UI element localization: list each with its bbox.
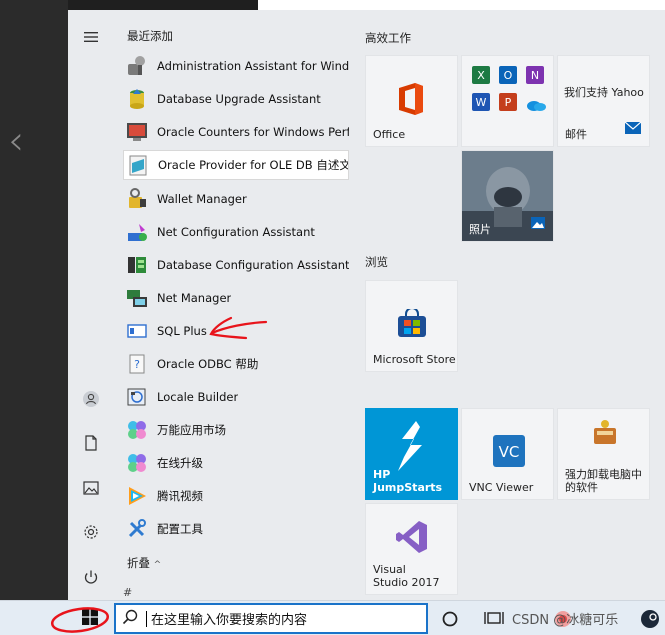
tencent-video-icon: [125, 484, 149, 508]
db-upgrade-icon: [125, 87, 149, 111]
background-window: ‹: [0, 0, 68, 600]
svg-text:VC: VC: [499, 443, 520, 461]
readme-doc-icon: [126, 153, 150, 177]
online-upgrade-icon: [125, 451, 149, 475]
office-icon: [395, 82, 427, 120]
tile-vnc-viewer[interactable]: VC VNC Viewer: [461, 408, 554, 500]
start-menu: 最近添加 Administration Assistant for Wind..…: [68, 10, 665, 600]
app-item-net-configuration-assistant[interactable]: Net Configuration Assistant: [123, 217, 349, 247]
power-icon[interactable]: [78, 564, 104, 590]
windows-logo-icon: [82, 608, 98, 629]
app-item-oracle-counters[interactable]: Oracle Counters for Windows Perf...: [123, 117, 349, 147]
word-icon: W: [472, 93, 490, 115]
oracle-counters-icon: [125, 120, 149, 144]
start-button[interactable]: [68, 601, 112, 635]
taskbar: 在这里输入你要搜索的内容 CSDN @冰糖可乐: [0, 600, 665, 635]
chevron-up-icon: ^: [153, 560, 162, 570]
app-item-net-manager[interactable]: Net Manager: [123, 283, 349, 313]
help-doc-icon: ?: [125, 352, 149, 376]
svg-text:O: O: [504, 69, 513, 82]
app-item-administration-assistant[interactable]: Administration Assistant for Wind...: [123, 51, 349, 81]
svg-text:W: W: [476, 96, 487, 109]
cortana-icon[interactable]: [440, 609, 460, 629]
mail-tile-message: 我们支持 Yahoo: [564, 86, 644, 99]
wallet-icon: [125, 187, 149, 211]
group-title-browse: 浏览: [365, 255, 388, 269]
app-item-oracle-provider-readme[interactable]: Oracle Provider for OLE DB 自述文件: [123, 150, 349, 180]
app-item-online-upgrade[interactable]: 在线升级: [123, 448, 349, 478]
hp-jumpstart-logo-icon: [394, 421, 430, 475]
excel-icon: X: [472, 66, 490, 88]
collapse-toggle[interactable]: 折叠 ^: [127, 555, 161, 571]
onenote-icon: N: [526, 66, 544, 88]
tile-office-apps[interactable]: X O N W P: [461, 55, 554, 147]
vnc-icon: VC: [493, 435, 525, 471]
recently-added-header: 最近添加: [127, 29, 173, 43]
tile-office[interactable]: Office: [365, 55, 458, 147]
tile-visual-studio[interactable]: Visual Studio 2017: [365, 503, 458, 595]
app-item-tencent-video[interactable]: 腾讯视频: [123, 481, 349, 511]
hamburger-menu-icon[interactable]: [78, 24, 104, 50]
admin-assistant-icon: [125, 54, 149, 78]
svg-text:X: X: [477, 69, 485, 82]
background-titlebar: [68, 0, 258, 10]
tile-uninstaller[interactable]: 强力卸载电脑中的软件: [557, 408, 650, 500]
net-manager-icon: [125, 286, 149, 310]
svg-text:N: N: [531, 69, 539, 82]
sqlplus-icon: [125, 319, 149, 343]
db-config-icon: [125, 253, 149, 277]
app-item-database-upgrade-assistant[interactable]: Database Upgrade Assistant: [123, 84, 349, 114]
search-icon: [116, 609, 144, 629]
app-item-locale-builder[interactable]: Locale Builder: [123, 382, 349, 412]
store-bag-icon: [397, 307, 427, 341]
uninstaller-icon: [591, 419, 619, 449]
pictures-icon[interactable]: [78, 475, 104, 501]
user-account-icon[interactable]: [78, 386, 104, 412]
app-list: 最近添加 Administration Assistant for Wind..…: [114, 10, 352, 600]
svg-text:P: P: [505, 96, 512, 109]
start-rail: [68, 10, 114, 600]
onedrive-icon: [526, 96, 546, 115]
app-market-icon: [125, 418, 149, 442]
visual-studio-icon: [396, 520, 428, 558]
photos-icon: [531, 214, 545, 233]
app-item-app-market[interactable]: 万能应用市场: [123, 415, 349, 445]
config-tools-icon: [125, 517, 149, 541]
group-title-productivity: 高效工作: [365, 31, 411, 45]
search-input[interactable]: 在这里输入你要搜索的内容: [147, 609, 307, 628]
outlook-icon: O: [499, 66, 517, 88]
net-config-icon: [125, 220, 149, 244]
app-item-config-tools[interactable]: 配置工具: [123, 514, 349, 544]
tile-hp-jumpstarts[interactable]: HP JumpStarts: [365, 408, 458, 500]
search-box[interactable]: 在这里输入你要搜索的内容: [114, 603, 428, 634]
mail-icon: [624, 119, 642, 138]
app-item-database-configuration-assistant[interactable]: Database Configuration Assistant: [123, 250, 349, 280]
app-item-wallet-manager[interactable]: Wallet Manager: [123, 184, 349, 214]
tile-photos[interactable]: 照片: [461, 150, 554, 242]
tile-microsoft-store[interactable]: Microsoft Store: [365, 280, 458, 372]
locale-builder-icon: [125, 385, 149, 409]
taskbar-steam-icon[interactable]: [640, 609, 660, 629]
app-item-sql-plus[interactable]: SQL Plus: [123, 316, 349, 346]
powerpoint-icon: P: [499, 93, 517, 115]
app-item-oracle-odbc-help[interactable]: ? Oracle ODBC 帮助: [123, 349, 349, 379]
back-chevron-icon[interactable]: ‹: [8, 118, 24, 164]
tile-mail[interactable]: 我们支持 Yahoo 邮件: [557, 55, 650, 147]
svg-text:?: ?: [134, 358, 140, 371]
section-hash-header[interactable]: #: [123, 586, 132, 599]
csdn-watermark: CSDN @冰糖可乐: [512, 613, 619, 628]
task-view-icon[interactable]: [484, 609, 504, 629]
documents-icon[interactable]: [78, 430, 104, 456]
settings-gear-icon[interactable]: [78, 519, 104, 545]
